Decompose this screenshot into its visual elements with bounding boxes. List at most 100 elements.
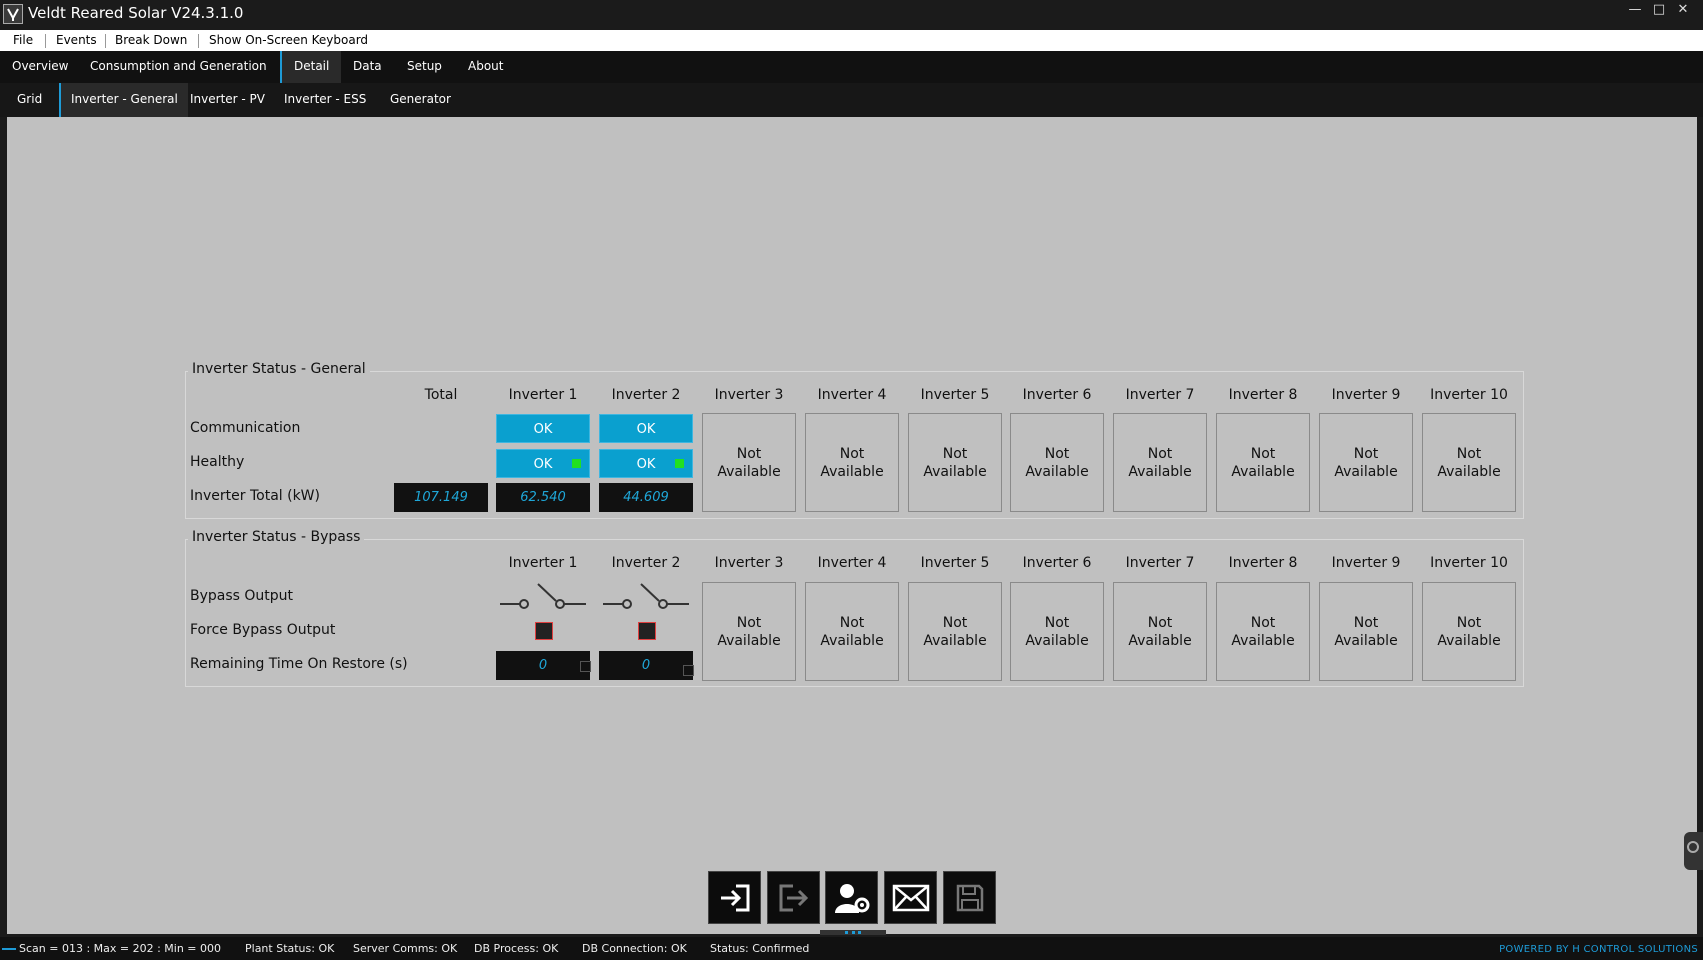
bypass-col-inverter-4: Inverter 4 (817, 555, 887, 571)
menu-events[interactable]: Events (56, 33, 97, 47)
general-col-inverter-8: Inverter 8 (1228, 387, 1298, 403)
bypass-switch-open-icon (498, 580, 588, 614)
tab-setup[interactable]: Setup (395, 51, 454, 83)
general-col-inverter-7: Inverter 7 (1125, 387, 1195, 403)
user-settings-icon (834, 883, 869, 913)
bypass-col-inverter-8: Inverter 8 (1228, 555, 1298, 571)
healthy-led-icon (572, 459, 581, 468)
bypass-col-inverter-5: Inverter 5 (920, 555, 990, 571)
tab-about[interactable]: About (456, 51, 515, 83)
close-icon[interactable]: ✕ (1672, 1, 1694, 19)
bypass-col-inverter-3: Inverter 3 (714, 555, 784, 571)
row-force-bypass-output: Force Bypass Output (190, 622, 336, 638)
general-not-available-inverter-8: Not Available (1216, 413, 1310, 512)
status-plant: Plant Status: OK (245, 942, 335, 955)
subtab-inverter-general[interactable]: Inverter - General (59, 83, 188, 117)
status-indicator-icon (2, 948, 16, 950)
bypass-group-title: Inverter Status - Bypass (188, 529, 365, 545)
inverter-total-inverter-2: 44.609 (599, 483, 693, 512)
tab-consumption-and-generation[interactable]: Consumption and Generation (78, 51, 279, 83)
window-title: Veldt Reared Solar V24.3.1.0 (28, 4, 244, 22)
menu-break-down[interactable]: Break Down (115, 33, 187, 47)
row-healthy: Healthy (190, 454, 245, 470)
bypass-switch-open-icon (601, 580, 691, 614)
collapse-icon (1687, 841, 1699, 853)
remaining-time-indicator-icon (580, 661, 591, 672)
general-not-available-inverter-10: Not Available (1422, 413, 1516, 512)
remaining-time-indicator-icon (683, 665, 694, 676)
general-col-inverter-5: Inverter 5 (920, 387, 990, 403)
inverter-total-inverter-1: 62.540 (496, 483, 590, 512)
subtab-inverter-pv[interactable]: Inverter - PV (180, 83, 275, 117)
general-not-available-inverter-9: Not Available (1319, 413, 1413, 512)
communication-status-inverter-1: OK (496, 414, 590, 443)
status-db-process: DB Process: OK (474, 942, 559, 955)
tab-data[interactable]: Data (341, 51, 394, 83)
force-bypass-checkbox-inverter-2[interactable] (638, 622, 656, 640)
logout-button[interactable] (767, 871, 820, 924)
menu-separator (105, 34, 106, 48)
mail-button[interactable] (884, 871, 937, 924)
general-not-available-inverter-5: Not Available (908, 413, 1002, 512)
communication-status-inverter-2: OK (599, 414, 693, 443)
login-icon (720, 884, 749, 911)
save-button[interactable] (943, 871, 996, 924)
subtab-inverter-ess[interactable]: Inverter - ESS (274, 83, 376, 117)
general-col-inverter-9: Inverter 9 (1331, 387, 1401, 403)
general-col-inverter-2: Inverter 2 (611, 387, 681, 403)
row-remaining-time: Remaining Time On Restore (s) (190, 656, 408, 672)
status-confirmed: Status: Confirmed (710, 942, 810, 955)
bypass-not-available-inverter-10: Not Available (1422, 582, 1516, 681)
menu-file[interactable]: File (13, 33, 33, 47)
title-bar: Veldt Reared Solar V24.3.1.0 — □ ✕ (0, 0, 1703, 27)
status-bar: Scan = 013 : Max = 202 : Min = 000 Plant… (0, 937, 1703, 960)
login-button[interactable] (708, 871, 761, 924)
general-not-available-inverter-6: Not Available (1010, 413, 1104, 512)
general-col-inverter-6: Inverter 6 (1022, 387, 1092, 403)
remaining-time-inverter-2: 0 (599, 651, 693, 680)
user-settings-button[interactable] (825, 871, 878, 924)
bypass-not-available-inverter-7: Not Available (1113, 582, 1207, 681)
bypass-col-inverter-10: Inverter 10 (1430, 555, 1508, 571)
bypass-col-inverter-9: Inverter 9 (1331, 555, 1401, 571)
general-not-available-inverter-7: Not Available (1113, 413, 1207, 512)
general-col-inverter-3: Inverter 3 (714, 387, 784, 403)
row-bypass-output: Bypass Output (190, 588, 294, 604)
subtab-generator[interactable]: Generator (380, 83, 461, 117)
mail-icon (892, 884, 929, 911)
bypass-not-available-inverter-9: Not Available (1319, 582, 1413, 681)
general-not-available-inverter-3: Not Available (702, 413, 796, 512)
healthy-led-icon (675, 459, 684, 468)
general-col-inverter-4: Inverter 4 (817, 387, 887, 403)
tab-overview[interactable]: Overview (0, 51, 81, 83)
status-db-connection: DB Connection: OK (582, 942, 687, 955)
subtab-grid[interactable]: Grid (7, 83, 52, 117)
side-panel-handle[interactable] (1684, 832, 1703, 870)
maximize-icon[interactable]: □ (1648, 1, 1670, 19)
status-scan: Scan = 013 : Max = 202 : Min = 000 (19, 942, 222, 955)
bypass-not-available-inverter-3: Not Available (702, 582, 796, 681)
inverter-total-sum: 107.149 (394, 483, 488, 512)
bypass-not-available-inverter-5: Not Available (908, 582, 1002, 681)
minimize-icon[interactable]: — (1624, 1, 1646, 19)
general-col-inverter-1: Inverter 1 (508, 387, 578, 403)
powered-by-label: POWERED BY H CONTROL SOLUTIONS (1499, 944, 1698, 955)
toolbar-handle[interactable] (820, 930, 886, 935)
menu-bar: File Events Break Down Show On-Screen Ke… (0, 30, 1703, 51)
bypass-not-available-inverter-4: Not Available (805, 582, 899, 681)
save-icon (956, 884, 983, 911)
tab-detail[interactable]: Detail (280, 51, 342, 83)
general-not-available-inverter-4: Not Available (805, 413, 899, 512)
content-panel (7, 117, 1697, 934)
general-group-title: Inverter Status - General (188, 361, 370, 377)
menu-on-screen-keyboard[interactable]: Show On-Screen Keyboard (209, 33, 368, 47)
bypass-col-inverter-6: Inverter 6 (1022, 555, 1092, 571)
total-header: Total (424, 387, 458, 403)
bypass-col-inverter-1: Inverter 1 (508, 555, 578, 571)
logout-icon (779, 884, 808, 911)
force-bypass-checkbox-inverter-1[interactable] (535, 622, 553, 640)
remaining-time-inverter-1: 0 (496, 651, 590, 680)
row-inverter-total: Inverter Total (kW) (190, 488, 320, 504)
bypass-not-available-inverter-6: Not Available (1010, 582, 1104, 681)
general-col-inverter-10: Inverter 10 (1430, 387, 1508, 403)
